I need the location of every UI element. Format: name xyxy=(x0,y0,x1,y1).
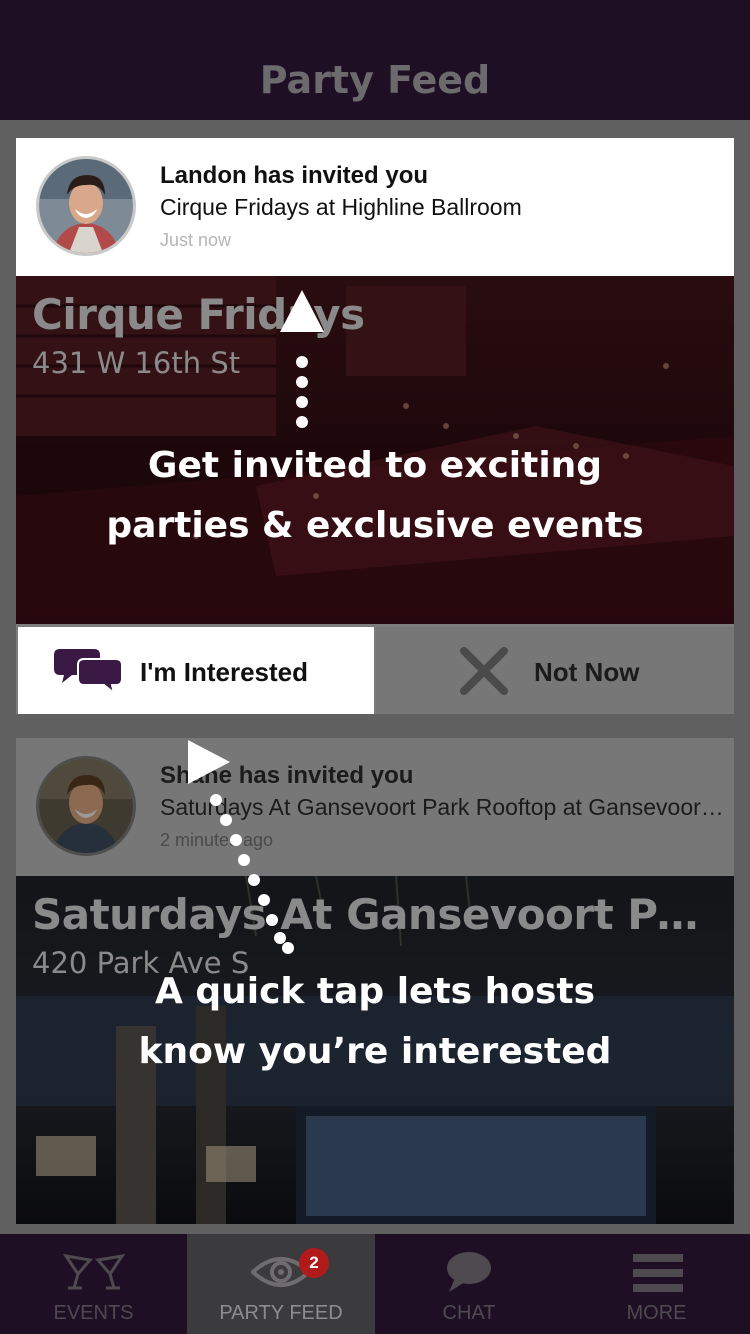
not-now-label: Not Now xyxy=(534,657,640,687)
cocktail-glasses-icon xyxy=(62,1252,126,1297)
interested-label: I'm Interested xyxy=(140,657,309,687)
tutorial-tip-line: know you’re interested xyxy=(138,1031,612,1072)
event-title: Saturdays At Gansevoort Park Rooftop xyxy=(32,890,722,939)
page-title: Party Feed xyxy=(259,58,491,102)
card-actions: I'm Interested Not Now xyxy=(16,624,734,714)
event-address: 431 W 16th St xyxy=(32,346,241,380)
chat-bubbles-icon xyxy=(54,645,124,700)
close-x-icon xyxy=(458,645,510,702)
tutorial-tip-line: parties & exclusive events xyxy=(106,505,644,546)
avatar[interactable] xyxy=(36,756,136,856)
invite-notification[interactable]: Shane has invited you Saturdays At Ganse… xyxy=(16,738,734,876)
event-invite-text: Cirque Fridays at Highline Ballroom xyxy=(160,194,522,220)
inviter-text: Landon has invited you xyxy=(160,162,429,189)
hamburger-menu-icon xyxy=(633,1254,683,1297)
notification-badge: 2 xyxy=(299,1248,329,1278)
tutorial-tip: Get invited to exciting parties & exclus… xyxy=(0,436,750,556)
app-header: Party Feed xyxy=(0,0,750,120)
tab-events[interactable]: EVENTS xyxy=(0,1234,187,1334)
tab-bar: EVENTS 2 PARTY FEED CHAT MORE xyxy=(0,1234,750,1334)
feed-card: Landon has invited you Cirque Fridays at… xyxy=(16,138,734,714)
tutorial-tip-line: Get invited to exciting xyxy=(147,445,603,486)
tutorial-tip-line: A quick tap lets hosts xyxy=(154,971,596,1012)
not-now-button[interactable]: Not Now xyxy=(376,627,734,714)
interested-button[interactable]: I'm Interested xyxy=(18,627,374,714)
tab-label: PARTY FEED xyxy=(219,1302,343,1324)
tutorial-arrow-up-icon xyxy=(280,290,324,428)
tutorial-tip: A quick tap lets hosts know you’re inter… xyxy=(0,962,750,1082)
invite-notification[interactable]: Landon has invited you Cirque Fridays at… xyxy=(16,138,734,276)
event-title: Cirque Fridays xyxy=(32,290,365,339)
tab-label: MORE xyxy=(626,1302,687,1324)
timestamp: Just now xyxy=(160,230,232,250)
tab-label: CHAT xyxy=(442,1302,496,1324)
avatar[interactable] xyxy=(36,156,136,256)
tab-party-feed[interactable]: 2 PARTY FEED xyxy=(187,1234,375,1334)
tab-more[interactable]: MORE xyxy=(563,1234,750,1334)
tab-label: EVENTS xyxy=(53,1302,134,1324)
chat-bubble-icon xyxy=(445,1250,493,1299)
tab-chat[interactable]: CHAT xyxy=(375,1234,563,1334)
tutorial-arrow-right-icon xyxy=(188,740,294,954)
